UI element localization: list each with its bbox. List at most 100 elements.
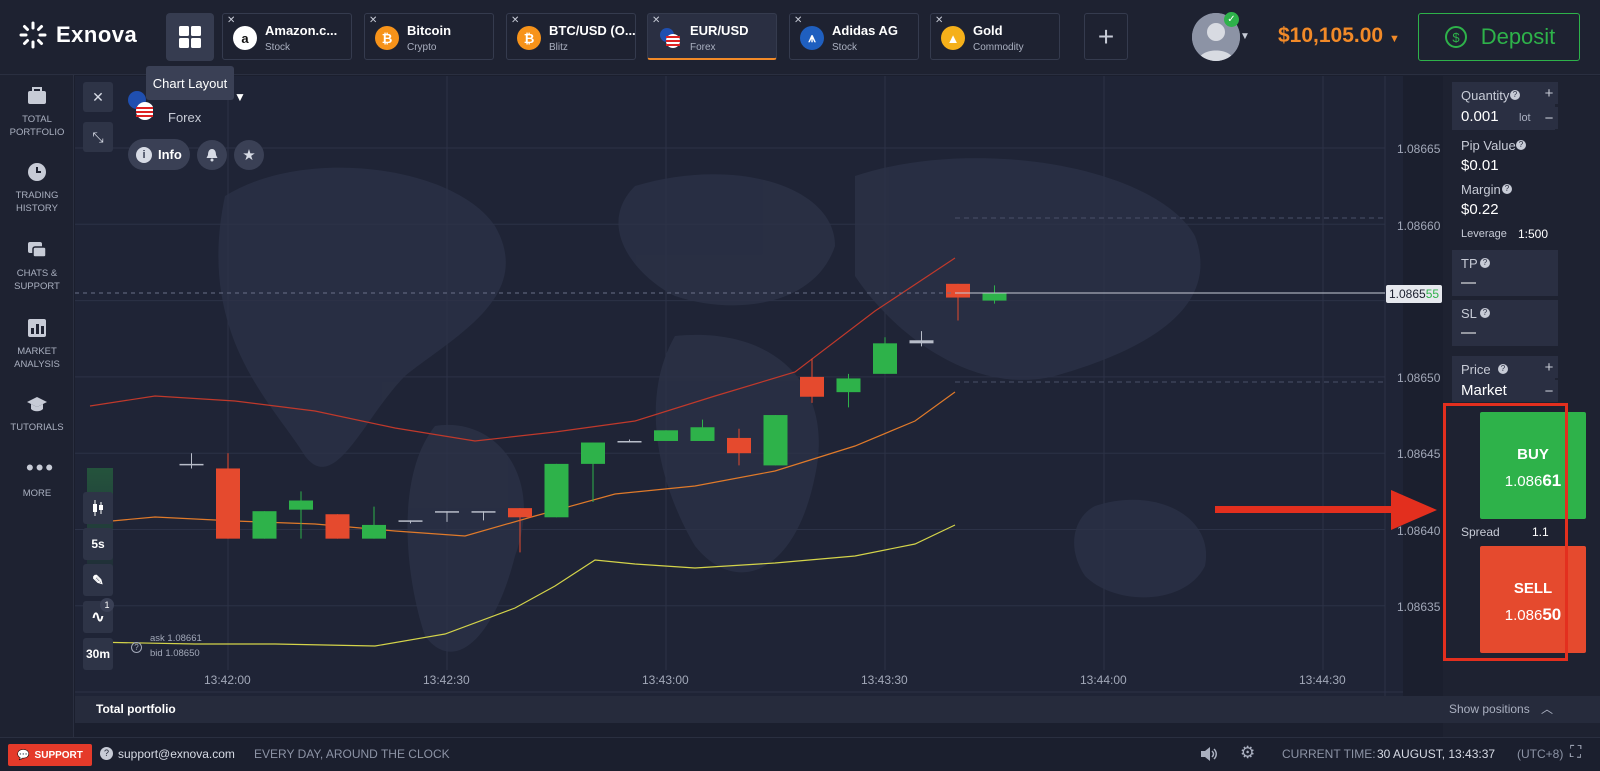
plus-icon: + <box>1544 358 1554 376</box>
asset-tab-amazon[interactable]: ✕ a Amazon.c... Stock <box>222 13 352 60</box>
portfolio-bar[interactable]: Total portfolio Show positions ︿ <box>75 696 1600 723</box>
chart-type-button[interactable] <box>83 492 113 524</box>
graduation-cap-icon <box>27 397 47 412</box>
price-decrease-button[interactable]: − <box>1540 380 1558 402</box>
candle-body <box>581 442 605 464</box>
quantity-decrease-button[interactable]: − <box>1540 107 1558 129</box>
asset-tab-eur-usd[interactable]: ✕ EUR/USD Forex <box>647 13 777 60</box>
quantity-increase-button[interactable]: + <box>1540 82 1558 104</box>
top-bar: Exnova ✕ a Amazon.c... Stock ✕ ₿ Bitcoin… <box>0 0 1600 75</box>
price-tick: 1.08650 <box>1397 371 1441 385</box>
plus-icon: + <box>1544 84 1554 102</box>
sidebar-item-chats-support[interactable]: CHATS & SUPPORT <box>0 239 74 293</box>
tab-name: Bitcoin <box>407 23 452 38</box>
info-button[interactable]: i Info <box>128 139 190 170</box>
sidebar-item-market-analysis[interactable]: MARKET ANALYSIS <box>0 317 74 371</box>
close-tab-icon[interactable]: ✕ <box>511 15 519 26</box>
time-tick: 13:43:00 <box>642 673 689 687</box>
close-tab-icon[interactable]: ✕ <box>794 15 802 26</box>
bar-chart-icon <box>28 319 46 337</box>
left-sidebar: TOTAL PORTFOLIO TRADING HISTORY CHATS & … <box>0 75 74 737</box>
brand-logo[interactable]: Exnova <box>18 20 137 50</box>
support-button[interactable]: 💬 SUPPORT <box>8 744 92 766</box>
deposit-label: Deposit <box>1480 24 1556 49</box>
candle-size-button[interactable]: 30m <box>83 638 113 670</box>
time-tick: 13:42:00 <box>204 673 251 687</box>
candle-body <box>216 468 240 539</box>
alert-button[interactable] <box>197 140 227 170</box>
tab-type: Stock <box>832 42 858 53</box>
help-icon[interactable]: ? <box>1480 308 1490 318</box>
deposit-button[interactable]: $ Deposit <box>1418 13 1580 61</box>
time-tick: 13:42:30 <box>423 673 470 687</box>
avatar-dropdown-icon[interactable]: ▼ <box>1240 31 1250 42</box>
asset-tab-adidas[interactable]: ✕ ⩚ Adidas AG Stock <box>789 13 919 60</box>
asset-tab-gold[interactable]: ✕ ▲ Gold Commodity <box>930 13 1060 60</box>
sidebar-item-trading-history[interactable]: TRADING HISTORY <box>0 161 74 215</box>
chart-layout-button[interactable] <box>166 13 214 61</box>
close-tab-icon[interactable]: ✕ <box>369 15 377 26</box>
speaker-icon[interactable] <box>1200 746 1218 762</box>
gear-icon[interactable]: ⚙ <box>1240 743 1255 763</box>
stop-loss-field[interactable]: SL ? — <box>1452 300 1558 346</box>
help-icon[interactable]: ? <box>1502 184 1512 194</box>
info-icon: i <box>136 146 152 163</box>
gold-icon: ▲ <box>941 26 965 50</box>
help-icon[interactable]: ? <box>1480 258 1490 268</box>
help-icon[interactable]: ? <box>1498 364 1508 374</box>
asset-tab-btc-usd-otc[interactable]: ✕ ₿ BTC/USD (O... Blitz <box>506 13 636 60</box>
candle-body <box>544 463 569 518</box>
close-tab-icon[interactable]: ✕ <box>652 15 660 26</box>
current-price-tail: 55 <box>1425 287 1440 301</box>
candle-body <box>362 524 386 539</box>
sidebar-item-total-portfolio[interactable]: TOTAL PORTFOLIO <box>0 85 74 139</box>
support-email[interactable]: support@exnova.com <box>118 747 235 761</box>
chat-bubble-icon: 💬 <box>17 749 30 761</box>
tab-name: Amazon.c... <box>265 23 338 38</box>
timeframe-button[interactable]: 5s <box>83 528 113 560</box>
price-chart[interactable] <box>75 76 1403 705</box>
take-profit-field[interactable]: TP ? — <box>1452 250 1558 296</box>
candle-body <box>690 427 715 441</box>
close-chart-button[interactable]: ✕ <box>83 82 113 112</box>
price-increase-button[interactable]: + <box>1540 356 1558 378</box>
grid-layout-icon <box>179 26 201 48</box>
sidebar-item-more[interactable]: ••• MORE <box>0 457 74 500</box>
eu-us-flag-icon <box>658 26 682 50</box>
help-icon: ? <box>100 747 113 760</box>
sidebar-item-tutorials[interactable]: TUTORIALS <box>0 393 74 434</box>
chevron-up-icon[interactable]: ︿ <box>1541 700 1553 717</box>
tab-name: Gold <box>973 23 1003 38</box>
add-asset-button[interactable]: + <box>1084 13 1128 60</box>
tab-name: BTC/USD (O... <box>549 23 636 38</box>
collapse-arrows-icon: ⤡ <box>92 128 104 145</box>
minus-icon: − <box>1544 109 1554 127</box>
chart-area[interactable] <box>75 76 1403 705</box>
indicator-count-badge: 1 <box>100 598 114 612</box>
asset-dropdown-icon[interactable]: ▼ <box>234 90 246 104</box>
leverage-value: 1:500 <box>1518 227 1549 241</box>
amazon-icon: a <box>233 26 257 50</box>
close-tab-icon[interactable]: ✕ <box>227 15 235 26</box>
favorite-button[interactable]: ★ <box>234 140 264 170</box>
candle-body <box>471 511 496 513</box>
show-positions-link[interactable]: Show positions <box>1449 702 1530 716</box>
collapse-chart-button[interactable]: ⤡ <box>83 122 113 152</box>
close-icon: ✕ <box>92 88 104 105</box>
drawing-tools-button[interactable]: ✎ <box>83 564 113 596</box>
tab-name: EUR/USD <box>690 23 749 38</box>
help-icon[interactable]: ? <box>131 642 142 653</box>
fullscreen-icon[interactable]: ⛶ <box>1570 744 1581 762</box>
support-hours: EVERY DAY, AROUND THE CLOCK <box>254 747 450 761</box>
candle-body <box>800 376 824 397</box>
sl-value: — <box>1461 324 1476 341</box>
close-tab-icon[interactable]: ✕ <box>935 15 943 26</box>
asset-tab-bitcoin[interactable]: ✕ ₿ Bitcoin Crypto <box>364 13 494 60</box>
account-balance[interactable]: $10,105.00 ▼ <box>1278 24 1400 48</box>
candle-body <box>763 415 788 466</box>
asset-category: Forex <box>168 110 202 125</box>
help-icon[interactable]: ? <box>1510 90 1520 100</box>
help-icon[interactable]: ? <box>1516 140 1526 150</box>
sidebar-label: SUPPORT <box>14 281 60 292</box>
sidebar-label: PORTFOLIO <box>9 127 65 138</box>
